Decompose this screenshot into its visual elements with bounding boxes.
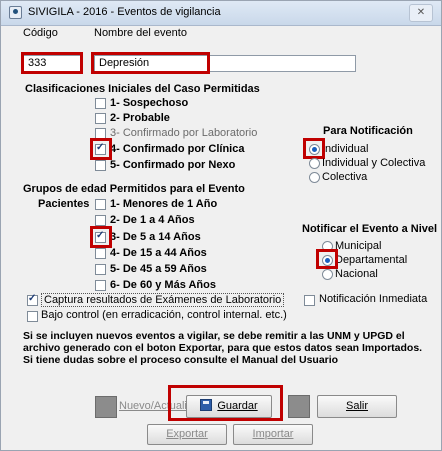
capture-lab-label: Captura resultados de Exámenes de Labora… xyxy=(41,293,285,307)
age-label-4: 4- De 15 a 44 Años xyxy=(110,247,207,259)
immediate-label: Notificación Inmediata xyxy=(319,293,428,305)
class-label-5: 5- Confirmado por Nexo xyxy=(110,159,236,171)
class-checkbox-1[interactable] xyxy=(95,98,106,109)
export-button[interactable]: Exportar xyxy=(147,424,227,445)
save-label: Guardar xyxy=(217,400,258,412)
class-checkbox-2[interactable] xyxy=(95,113,106,124)
low-control-checkbox[interactable] xyxy=(27,311,38,322)
exit-swatch xyxy=(288,395,310,418)
age-label-6: 6- De 60 y Más Años xyxy=(110,279,216,291)
exit-label: Salir xyxy=(345,400,368,412)
notification-label-individual: Individual xyxy=(322,143,369,155)
code-label: Código xyxy=(23,27,58,39)
notification-title: Para Notificación xyxy=(323,125,413,137)
age-checkbox-1[interactable] xyxy=(95,199,106,210)
level-label-departamental: Departamental xyxy=(335,254,408,266)
import-button[interactable]: Importar xyxy=(233,424,313,445)
exit-button[interactable]: Salir xyxy=(317,395,397,418)
age-label-5: 5- De 45 a 59 Años xyxy=(110,263,207,275)
export-note: Si se incluyen nuevos eventos a vigilar,… xyxy=(23,330,423,366)
new-update-button[interactable]: Nuevo/Actualiza xyxy=(117,396,199,418)
class-label-1: 1- Sospechoso xyxy=(110,97,189,109)
class-checkbox-5[interactable] xyxy=(95,160,106,171)
class-checkbox-4[interactable] xyxy=(95,142,106,155)
age-checkbox-6[interactable] xyxy=(95,280,106,291)
title-bar: SIVIGILA - 2016 - Eventos de vigilancia … xyxy=(1,1,441,26)
age-checkbox-2[interactable] xyxy=(95,215,106,226)
save-icon xyxy=(200,399,213,412)
level-radio-municipal[interactable] xyxy=(322,241,333,252)
age-label-1: 1- Menores de 1 Año xyxy=(110,198,218,210)
age-label-3: 3- De 5 a 14 Años xyxy=(110,231,201,243)
low-control-label: Bajo control (en erradicación, control i… xyxy=(41,309,287,321)
new-update-swatch xyxy=(95,396,117,418)
level-radio-nacional[interactable] xyxy=(322,269,333,280)
notification-label-colectiva: Colectiva xyxy=(322,171,368,183)
event-window: SIVIGILA - 2016 - Eventos de vigilancia … xyxy=(0,0,442,451)
event-name-label: Nombre del evento xyxy=(94,27,187,39)
capture-lab-checkbox[interactable] xyxy=(27,293,38,306)
class-checkbox-3[interactable] xyxy=(95,128,106,139)
class-label-4: 4- Confirmado por Clínica xyxy=(110,143,245,155)
patients-label: Pacientes xyxy=(38,198,90,210)
age-checkbox-5[interactable] xyxy=(95,264,106,275)
class-label-2: 2- Probable xyxy=(110,112,170,124)
import-label: Importar xyxy=(252,428,294,440)
window-title: SIVIGILA - 2016 - Eventos de vigilancia xyxy=(28,6,221,18)
class-label-3: 3- Confirmado por Laboratorio xyxy=(110,127,258,139)
notification-radio-individual-colectiva[interactable] xyxy=(309,158,320,169)
age-groups-title: Grupos de edad Permitidos para el Evento xyxy=(23,183,245,195)
notification-radio-individual[interactable] xyxy=(309,144,320,155)
level-label-nacional: Nacional xyxy=(335,268,378,280)
notification-label-individual-colectiva: Individual y Colectiva xyxy=(322,157,426,169)
age-checkbox-3[interactable] xyxy=(95,230,106,243)
event-name-field[interactable]: Depresión xyxy=(94,55,356,72)
export-label: Exportar xyxy=(166,428,208,440)
notify-level-title: Notificar el Evento a Nivel xyxy=(302,223,438,235)
level-radio-departamental[interactable] xyxy=(322,255,333,266)
close-button[interactable]: ✕ xyxy=(409,4,433,22)
age-label-2: 2- De 1 a 4 Años xyxy=(110,214,195,226)
classifications-title: Clasificaciones Iniciales del Caso Permi… xyxy=(25,83,260,95)
level-label-municipal: Municipal xyxy=(335,240,382,252)
save-button[interactable]: Guardar xyxy=(186,395,272,418)
app-icon xyxy=(9,6,22,19)
age-checkbox-4[interactable] xyxy=(95,248,106,259)
notification-radio-colectiva[interactable] xyxy=(309,172,320,183)
event-code-field[interactable]: 333 xyxy=(23,55,81,72)
immediate-checkbox[interactable] xyxy=(304,295,315,306)
